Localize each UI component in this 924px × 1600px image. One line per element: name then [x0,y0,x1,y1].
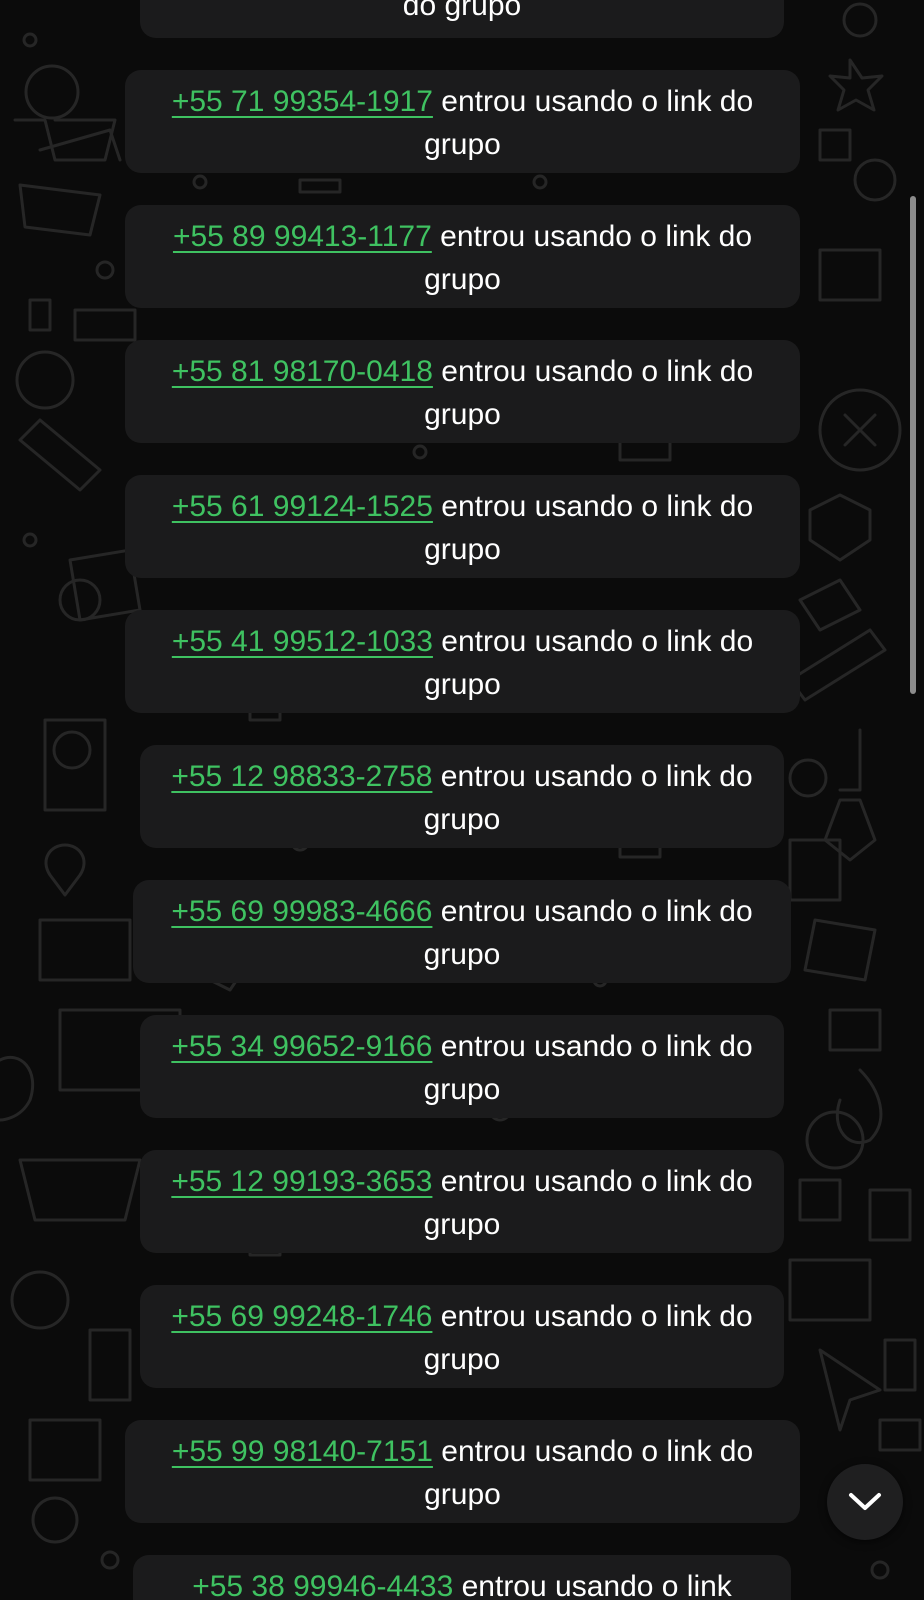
system-message-text: entrou usando o link do grupo [424,490,754,566]
system-message: +55 99 98140-7151 entrou usando o link d… [125,1420,800,1523]
system-message-text: entrou usando o link do grupo [423,1300,753,1376]
system-message: +55 69 99248-1746 entrou usando o link d… [140,1285,784,1388]
system-message: +55 38 99946-4433 entrou usando o link [133,1555,791,1600]
phone-number-link[interactable]: +55 12 99193-3653 [171,1165,432,1198]
system-message-text: entrou usando o link [453,1570,732,1600]
system-message: do grupo [140,0,784,38]
scroll-to-bottom-button[interactable] [827,1464,903,1540]
phone-number-link[interactable]: +55 81 98170-0418 [172,355,433,388]
system-message: +55 89 99413-1177 entrou usando o link d… [125,205,800,308]
phone-number-link[interactable]: +55 69 99248-1746 [171,1300,432,1333]
message-list: do grupo +55 71 99354-1917 entrou usando… [0,0,924,1600]
chevron-down-icon [849,1493,881,1510]
chat-screen: do grupo +55 71 99354-1917 entrou usando… [0,0,924,1600]
system-message-text: entrou usando o link do grupo [424,1435,754,1511]
phone-number-link[interactable]: +55 12 98833-2758 [171,760,432,793]
system-message-text: do grupo [402,0,522,22]
system-message: +55 12 98833-2758 entrou usando o link d… [140,745,784,848]
phone-number-link[interactable]: +55 61 99124-1525 [172,490,433,523]
system-message: +55 81 98170-0418 entrou usando o link d… [125,340,800,443]
system-message: +55 12 99193-3653 entrou usando o link d… [140,1150,784,1253]
system-message-text: entrou usando o link do grupo [424,355,754,431]
system-message: +55 71 99354-1917 entrou usando o link d… [125,70,800,173]
phone-number-link[interactable]: +55 99 98140-7151 [172,1435,433,1468]
system-message: +55 61 99124-1525 entrou usando o link d… [125,475,800,578]
system-message-text: entrou usando o link do grupo [423,760,753,836]
phone-number-link[interactable]: +55 89 99413-1177 [173,220,432,253]
system-message: +55 41 99512-1033 entrou usando o link d… [125,610,800,713]
phone-number-link[interactable]: +55 38 99946-4433 [192,1570,453,1600]
system-message-text: entrou usando o link do grupo [423,895,753,971]
system-message-text: entrou usando o link do grupo [424,625,754,701]
scrollbar[interactable] [910,196,916,694]
phone-number-link[interactable]: +55 69 99983-4666 [171,895,432,928]
system-message-text: entrou usando o link do grupo [424,85,754,161]
phone-number-link[interactable]: +55 41 99512-1033 [172,625,433,658]
system-message-text: entrou usando o link do grupo [423,1030,753,1106]
system-message-text: entrou usando o link do grupo [424,220,753,296]
phone-number-link[interactable]: +55 71 99354-1917 [172,85,433,118]
system-message: +55 34 99652-9166 entrou usando o link d… [140,1015,784,1118]
system-message-text: entrou usando o link do grupo [423,1165,753,1241]
phone-number-link[interactable]: +55 34 99652-9166 [171,1030,432,1063]
system-message: +55 69 99983-4666 entrou usando o link d… [133,880,791,983]
